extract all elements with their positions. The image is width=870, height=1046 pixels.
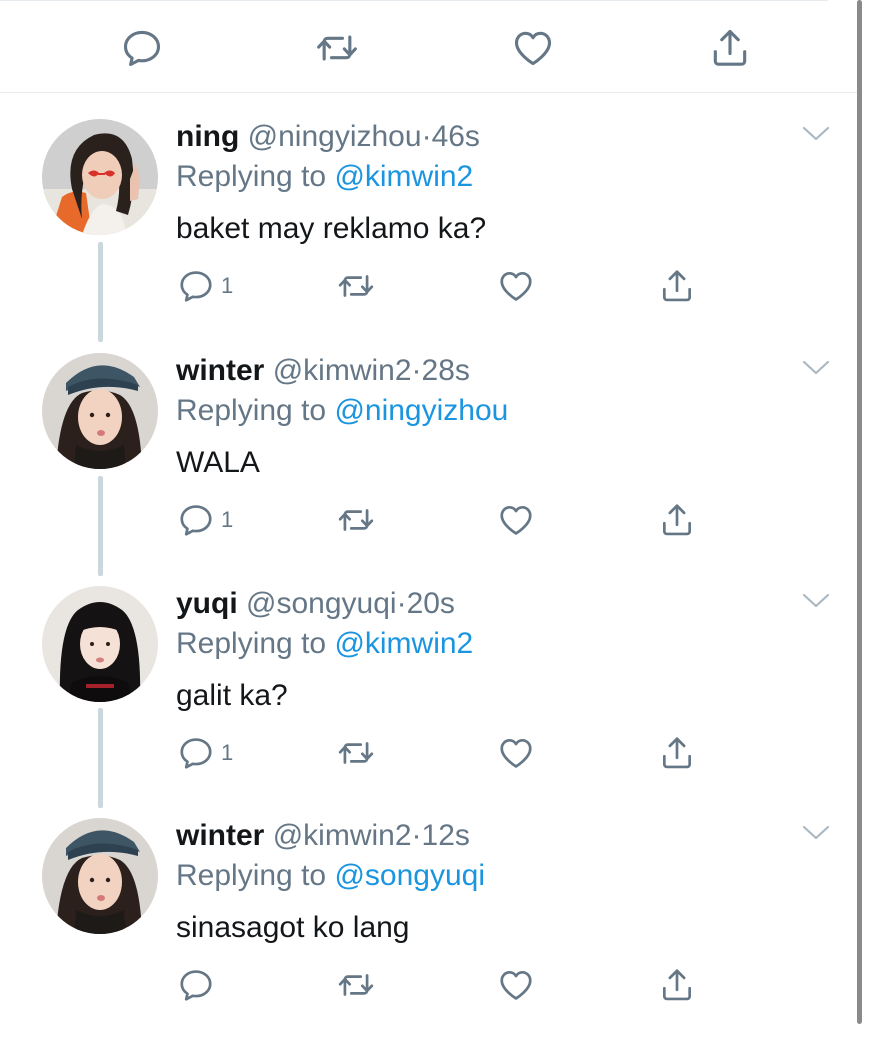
scrollbar[interactable] (857, 0, 862, 1024)
display-name[interactable]: ning (176, 120, 239, 153)
tweet-item[interactable]: winter @kimwin2·28s Replying to @ningyiz… (0, 351, 860, 581)
tweet-item[interactable]: yuqi @songyuqi·20s Replying to @kimwin2 … (0, 584, 860, 814)
reply-button[interactable]: 1 (177, 734, 247, 772)
chevron-down-icon[interactable] (800, 588, 832, 612)
replying-label: Replying to (176, 859, 327, 892)
tweet-item[interactable]: ning @ningyizhou·46s Replying to @kimwin… (0, 117, 860, 347)
share-icon (658, 501, 696, 539)
tweet-item[interactable]: winter @kimwin2·12s Replying to @songyuq… (0, 816, 860, 1046)
like-icon (497, 734, 535, 772)
avatar[interactable] (42, 586, 158, 702)
like-icon (497, 966, 535, 1004)
reply-icon (177, 966, 215, 1004)
separator: · (411, 819, 422, 852)
share-icon (658, 267, 696, 305)
replying-to-link[interactable]: @kimwin2 (334, 160, 473, 193)
reply-icon[interactable] (120, 26, 164, 70)
retweet-icon (335, 267, 377, 305)
like-button[interactable] (497, 267, 537, 305)
like-icon (497, 267, 535, 305)
tweet-header: winter @kimwin2·12s (176, 816, 470, 856)
replying-to-line: Replying to @ningyizhou (176, 391, 508, 431)
timestamp[interactable]: 28s (422, 354, 470, 387)
display-name[interactable]: winter (176, 354, 264, 387)
chevron-down-icon[interactable] (800, 355, 832, 379)
like-icon[interactable] (511, 26, 555, 70)
share-icon (658, 734, 696, 772)
avatar[interactable] (42, 818, 158, 934)
user-handle[interactable]: @kimwin2 (273, 354, 412, 387)
replying-label: Replying to (176, 394, 327, 427)
like-icon (497, 501, 535, 539)
retweet-icon (335, 734, 377, 772)
separator: · (396, 587, 407, 620)
replying-to-line: Replying to @kimwin2 (176, 624, 473, 664)
main-tweet-actions (0, 0, 860, 92)
tweet-text: sinasagot ko lang (176, 911, 410, 944)
avatar[interactable] (42, 119, 158, 235)
reply-button[interactable]: 1 (177, 267, 247, 305)
retweet-icon[interactable] (314, 26, 358, 70)
share-button[interactable] (658, 267, 698, 305)
replying-label: Replying to (176, 160, 327, 193)
replying-to-link[interactable]: @songyuqi (334, 859, 485, 892)
reply-icon (177, 501, 215, 539)
reply-button[interactable] (177, 966, 247, 1004)
retweet-icon (335, 966, 377, 1004)
share-button[interactable] (658, 734, 698, 772)
display-name[interactable]: yuqi (176, 587, 238, 620)
share-icon[interactable] (708, 26, 752, 70)
reply-count: 1 (221, 507, 234, 532)
section-divider (0, 92, 860, 93)
tweet-header: ning @ningyizhou·46s (176, 117, 480, 157)
replying-to-link[interactable]: @ningyizhou (334, 394, 508, 427)
user-handle[interactable]: @songyuqi (246, 587, 397, 620)
like-button[interactable] (497, 966, 537, 1004)
separator: · (411, 354, 422, 387)
retweet-button[interactable] (335, 501, 377, 539)
user-handle[interactable]: @kimwin2 (273, 819, 412, 852)
share-icon (658, 966, 696, 1004)
retweet-button[interactable] (335, 966, 377, 1004)
like-button[interactable] (497, 501, 537, 539)
timestamp[interactable]: 46s (432, 120, 480, 153)
share-button[interactable] (658, 966, 698, 1004)
tweet-text: WALA (176, 446, 260, 479)
tweet-header: yuqi @songyuqi·20s (176, 584, 455, 624)
replying-to-line: Replying to @songyuqi (176, 856, 485, 896)
reply-icon (177, 267, 215, 305)
chevron-down-icon[interactable] (800, 820, 832, 844)
reply-count: 1 (221, 273, 234, 298)
replying-to-line: Replying to @kimwin2 (176, 157, 473, 197)
avatar[interactable] (42, 353, 158, 469)
share-button[interactable] (658, 501, 698, 539)
display-name[interactable]: winter (176, 819, 264, 852)
replying-to-link[interactable]: @kimwin2 (334, 627, 473, 660)
like-button[interactable] (497, 734, 537, 772)
retweet-icon (335, 501, 377, 539)
tweet-header: winter @kimwin2·28s (176, 351, 470, 391)
separator: · (421, 120, 432, 153)
timestamp[interactable]: 12s (422, 819, 470, 852)
timestamp[interactable]: 20s (407, 587, 455, 620)
tweet-text: baket may reklamo ka? (176, 212, 487, 245)
replying-label: Replying to (176, 627, 327, 660)
retweet-button[interactable] (335, 734, 377, 772)
chevron-down-icon[interactable] (800, 121, 832, 145)
tweet-text: galit ka? (176, 679, 288, 712)
user-handle[interactable]: @ningyizhou (248, 120, 422, 153)
reply-count: 1 (221, 740, 234, 765)
reply-button[interactable]: 1 (177, 501, 247, 539)
reply-icon (177, 734, 215, 772)
retweet-button[interactable] (335, 267, 377, 305)
